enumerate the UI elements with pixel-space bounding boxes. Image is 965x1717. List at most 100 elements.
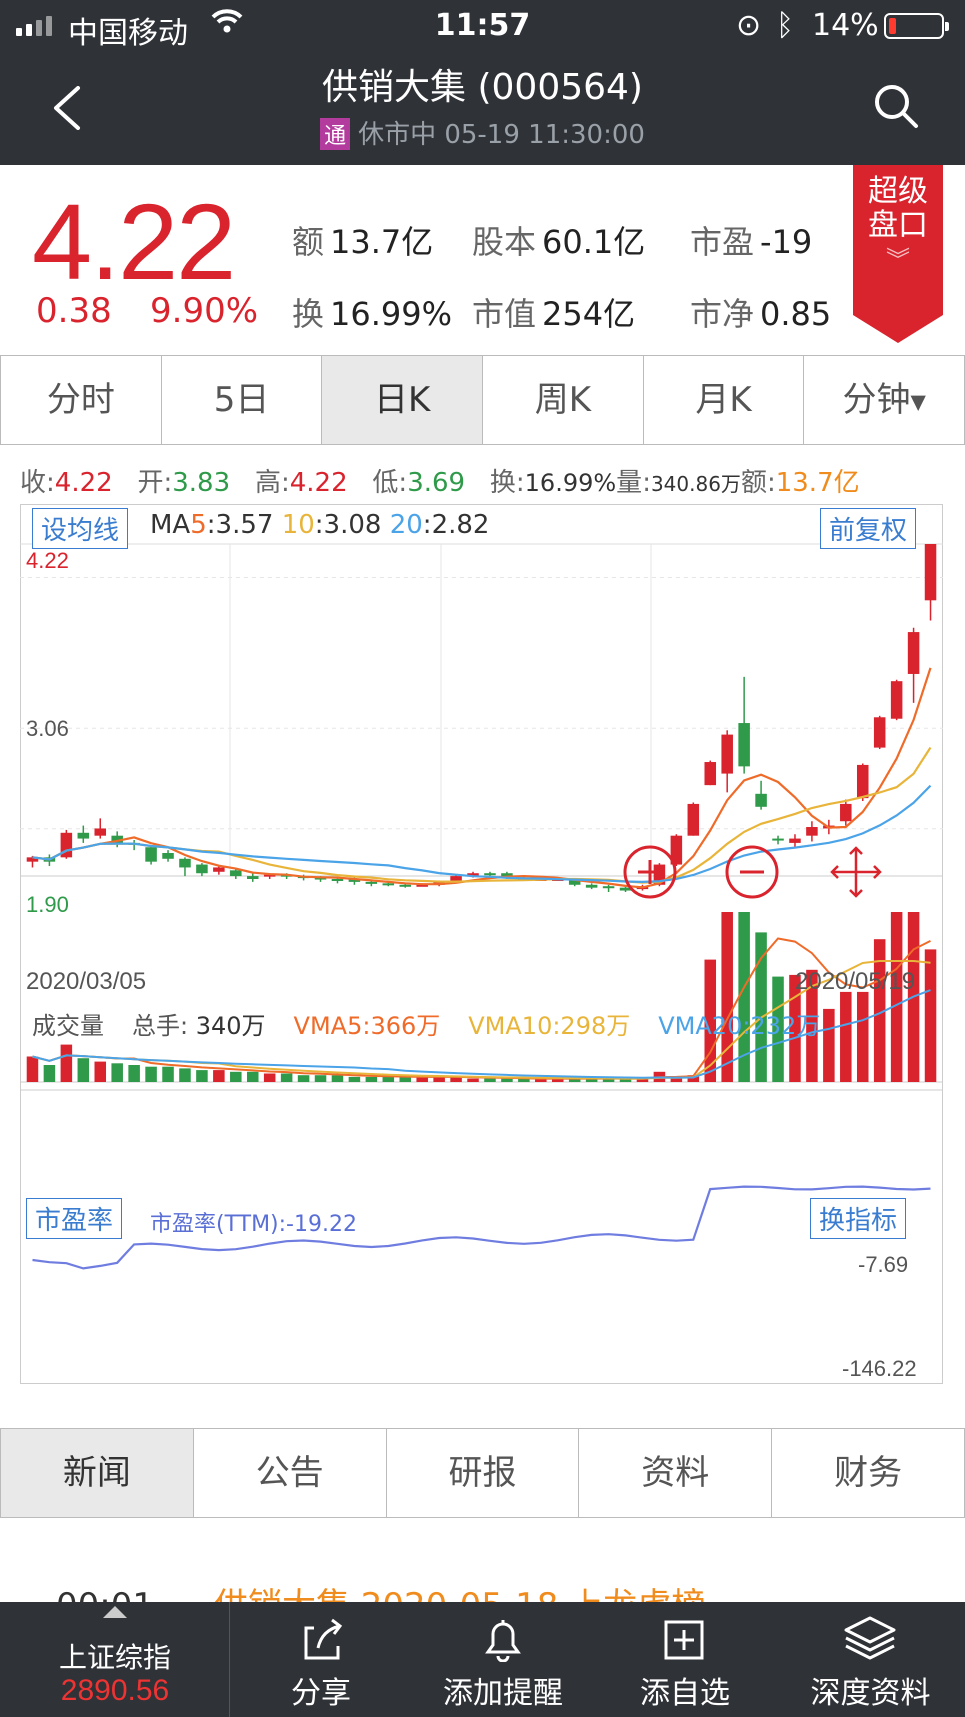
top-header: 中国移动 11:57 ⊙ ᛒ 14% 供销大集 (000564) 通休市中 05… xyxy=(0,0,965,165)
candle-body xyxy=(806,827,818,836)
tab-intraday[interactable]: 分时 xyxy=(1,356,162,444)
connect-badge: 通 xyxy=(320,118,351,150)
volume-bar xyxy=(840,991,852,1082)
caret-up-icon xyxy=(103,1606,127,1618)
super-orderbook-button[interactable]: 超级 盘口 ︾ xyxy=(853,165,943,343)
volume-bar xyxy=(145,1066,157,1082)
tab-daily-k[interactable]: 日K xyxy=(322,356,484,444)
add-square-icon xyxy=(664,1620,704,1660)
quote-panel: 4.22 0.38 9.90% 额 13.7亿 股本 60.1亿 市盈 -19 换 16… xyxy=(0,165,965,355)
add-watchlist-label: 添自选 xyxy=(640,1676,730,1711)
search-button[interactable] xyxy=(872,82,920,130)
index-ticker[interactable]: 上证综指 2890.56 xyxy=(0,1602,230,1717)
period-tabs: 分时 5日 日K 周K 月K 分钟▼ xyxy=(0,355,965,445)
candle-body xyxy=(602,886,615,889)
volume-bar xyxy=(230,1071,242,1082)
zoom-out-button[interactable] xyxy=(724,844,780,900)
metric-amount: 额 13.7亿 xyxy=(292,223,434,261)
tab-research[interactable]: 研报 xyxy=(387,1429,580,1517)
share-button[interactable]: 分享 xyxy=(230,1602,412,1717)
metric-market-cap: 市值 254亿 xyxy=(472,295,636,333)
fullscreen-button[interactable] xyxy=(826,842,886,902)
volume-bar xyxy=(263,1073,276,1082)
ma20-line xyxy=(32,784,932,884)
zoom-in-icon xyxy=(623,845,677,899)
volume-bar xyxy=(467,1078,479,1082)
pe-ratio-button[interactable]: 市盈率 xyxy=(26,1198,123,1239)
add-watchlist-button[interactable]: 添自选 xyxy=(594,1602,776,1717)
volume-bar xyxy=(314,1075,327,1082)
high-value: 4.22 xyxy=(289,468,348,498)
share-icon xyxy=(304,1618,343,1660)
volume-bar xyxy=(179,1068,191,1082)
candle-body xyxy=(365,881,378,884)
price-change: 0.38 xyxy=(36,291,112,331)
add-alert-label: 添加提醒 xyxy=(443,1676,563,1711)
candle-body xyxy=(721,734,733,774)
deep-info-label: 深度资料 xyxy=(810,1676,931,1711)
volume-value: 340.86万 xyxy=(650,472,741,496)
tab-news[interactable]: 新闻 xyxy=(1,1429,194,1517)
volume-bar xyxy=(348,1076,361,1082)
volume-bar xyxy=(365,1076,378,1082)
amount-value: 13.7亿 xyxy=(775,468,860,498)
date-start-label: 2020/03/05 xyxy=(26,968,147,995)
candle-body xyxy=(907,632,920,674)
candle-body xyxy=(755,793,767,807)
volume-bar xyxy=(297,1075,310,1082)
candle-body xyxy=(246,876,259,879)
candle-body xyxy=(840,803,852,822)
candle-body xyxy=(196,864,208,874)
volume-bar xyxy=(43,1065,56,1082)
volume-bar xyxy=(924,949,937,1082)
add-alert-button[interactable]: 添加提醒 xyxy=(412,1602,594,1717)
candle-body xyxy=(789,838,801,843)
tab-5day[interactable]: 5日 xyxy=(162,356,323,444)
date-end-label: 2020/05/19 xyxy=(795,968,916,995)
tab-financials[interactable]: 财务 xyxy=(772,1429,964,1517)
battery-percent: 14% xyxy=(812,8,879,43)
zoom-out-icon xyxy=(725,845,779,899)
volume-bar xyxy=(213,1070,225,1082)
rotation-lock-icon: ⊙ xyxy=(736,8,762,43)
tab-profile[interactable]: 资料 xyxy=(579,1429,773,1517)
volume-bar xyxy=(501,1078,513,1082)
layers-icon xyxy=(844,1616,896,1660)
volume-bar xyxy=(823,1008,835,1082)
zoom-in-button[interactable] xyxy=(622,844,678,900)
turnover-value: 16.99% xyxy=(524,469,617,497)
tab-monthly-k[interactable]: 月K xyxy=(644,356,805,444)
bell-icon xyxy=(485,1620,521,1662)
volume-bar xyxy=(196,1070,208,1082)
switch-indicator-button[interactable]: 换指标 xyxy=(810,1198,907,1239)
price-adjust-button[interactable]: 前复权 xyxy=(820,508,917,549)
ohlc-summary: 收:4.22 开:3.83 高:4.22 低:3.69 换:16.99%量:34… xyxy=(20,468,860,498)
price-change-pct: 9.90% xyxy=(150,291,259,331)
deep-info-button[interactable]: 深度资料 xyxy=(776,1602,965,1717)
metric-pb: 市净 0.85 xyxy=(690,295,832,333)
candle-body xyxy=(230,870,242,877)
tab-announcements[interactable]: 公告 xyxy=(194,1429,387,1517)
candle-body xyxy=(179,858,191,868)
tab-minute-label: 分钟 xyxy=(842,380,911,420)
battery-icon xyxy=(884,13,949,39)
candle-body xyxy=(924,544,937,601)
volume-bar xyxy=(484,1078,496,1082)
volume-header: 成交量 总手: 340万 VMA5:366万 VMA10:298万 VMA20:232万 xyxy=(32,1012,821,1040)
candle-body xyxy=(873,717,886,748)
tab-minute[interactable]: 分钟▼ xyxy=(804,356,964,444)
y-min-label: 1.90 xyxy=(26,892,69,917)
volume-bar xyxy=(280,1073,293,1082)
y-mid-label: 3.06 xyxy=(26,716,69,741)
volume-bar xyxy=(162,1066,174,1082)
metric-pe: 市盈 -19 xyxy=(690,223,813,261)
set-ma-button[interactable]: 设均线 xyxy=(32,508,129,549)
kline-chart[interactable] xyxy=(20,504,943,1384)
volume-bar xyxy=(128,1065,140,1082)
candle-body xyxy=(772,838,784,841)
open-value: 3.83 xyxy=(172,468,231,498)
candle-body xyxy=(687,803,700,836)
volume-bar xyxy=(60,1044,73,1082)
volume-bar xyxy=(94,1061,107,1082)
tab-weekly-k[interactable]: 周K xyxy=(483,356,644,444)
